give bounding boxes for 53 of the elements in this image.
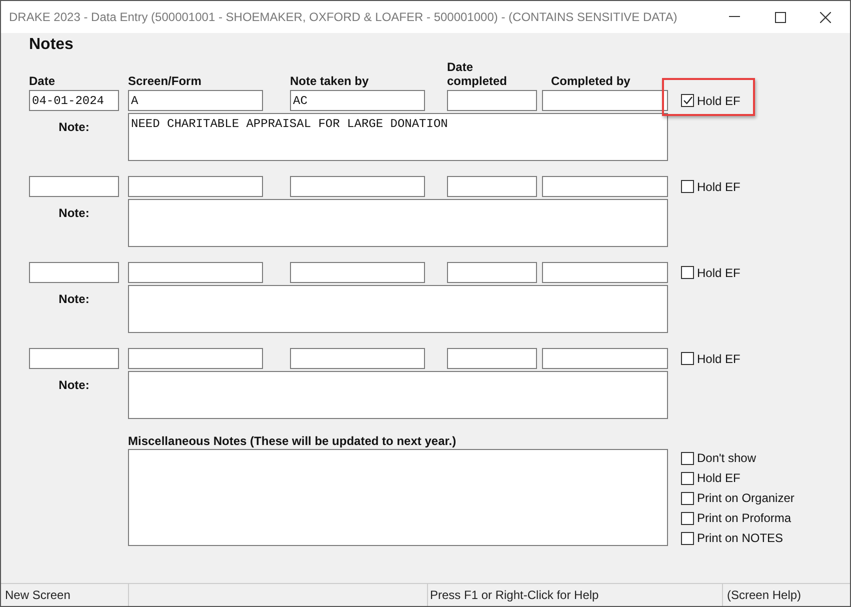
note-label: Note: bbox=[58, 377, 90, 394]
input-field[interactable] bbox=[128, 348, 263, 369]
note-field[interactable] bbox=[128, 285, 668, 333]
note-label: Note: bbox=[58, 119, 90, 136]
checkbox[interactable]: Hold EF bbox=[681, 348, 740, 368]
checkbox[interactable]: Hold EF bbox=[681, 90, 740, 110]
input-field[interactable] bbox=[447, 348, 537, 369]
misc-notes-label: Miscellaneous Notes (These will be updated to next year.) bbox=[128, 434, 458, 448]
input-field[interactable]: AC bbox=[290, 90, 425, 111]
note-field[interactable] bbox=[128, 371, 668, 419]
input-field[interactable] bbox=[447, 176, 537, 197]
input-field[interactable] bbox=[542, 176, 668, 197]
input-field[interactable]: A bbox=[128, 90, 263, 111]
close-icon[interactable] bbox=[820, 12, 831, 22]
column-header: Date completed bbox=[447, 60, 508, 88]
window-title: DRAKE 2023 - Data Entry (500001001 - SHOEMAKER, OXFORD & LOAFER - 500001000) - (CONTAINS SENSITIVE DATA) bbox=[9, 9, 678, 26]
input-field[interactable] bbox=[29, 348, 119, 369]
input-field[interactable] bbox=[290, 262, 425, 283]
check-icon bbox=[682, 96, 692, 105]
input-field[interactable]: 04-01-2024 bbox=[29, 90, 119, 111]
input-field[interactable] bbox=[128, 176, 263, 197]
checkbox[interactable]: Print on NOTES bbox=[681, 528, 794, 548]
status-text: (Screen Help) bbox=[726, 587, 802, 604]
column-header: Screen/Form bbox=[128, 74, 202, 88]
status-text: New Screen bbox=[1, 584, 129, 606]
input-field[interactable] bbox=[447, 262, 537, 283]
column-header: Note taken by bbox=[290, 74, 369, 88]
input-field[interactable] bbox=[542, 262, 668, 283]
checkbox[interactable]: Don't show bbox=[681, 448, 794, 468]
input-field[interactable] bbox=[542, 90, 668, 111]
status-text: Press F1 or Right-Click for Help bbox=[428, 584, 723, 606]
note-label: Note: bbox=[58, 291, 90, 308]
column-header: Completed by bbox=[551, 74, 630, 88]
note-field[interactable]: NEED CHARITABLE APPRAISAL FOR LARGE DONATION bbox=[128, 113, 668, 161]
maximize-icon[interactable] bbox=[775, 12, 786, 22]
checkbox[interactable]: Hold EF bbox=[681, 468, 794, 488]
input-field[interactable] bbox=[542, 348, 668, 369]
checkbox[interactable]: Print on Organizer bbox=[681, 488, 794, 508]
input-field[interactable] bbox=[29, 176, 119, 197]
checkbox[interactable]: Print on Proforma bbox=[681, 508, 794, 528]
minimize-icon[interactable] bbox=[729, 16, 740, 18]
note-label: Note: bbox=[58, 205, 90, 222]
checkbox[interactable]: Hold EF bbox=[681, 262, 740, 282]
input-field[interactable] bbox=[447, 90, 537, 111]
input-field[interactable] bbox=[290, 348, 425, 369]
input-field[interactable] bbox=[290, 176, 425, 197]
section-heading: Notes bbox=[29, 35, 74, 55]
checkbox[interactable]: Hold EF bbox=[681, 176, 740, 196]
note-field[interactable] bbox=[128, 199, 668, 247]
input-field[interactable] bbox=[128, 262, 263, 283]
input-field[interactable] bbox=[29, 262, 119, 283]
misc-notes-field[interactable] bbox=[128, 449, 668, 546]
column-header: Date bbox=[29, 74, 56, 88]
